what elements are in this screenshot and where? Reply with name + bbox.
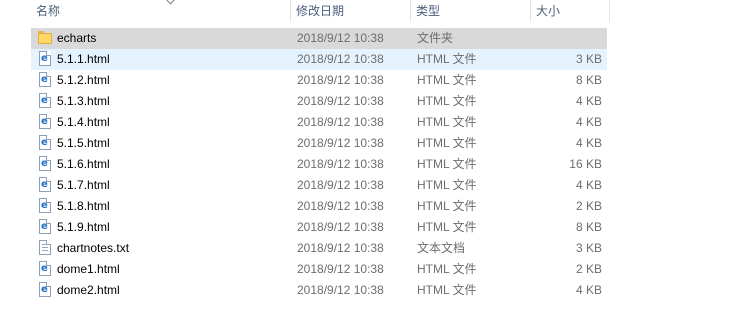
file-type: HTML 文件 xyxy=(417,94,477,108)
file-type: 文件夹 xyxy=(417,31,454,45)
file-row[interactable]: e 5.1.8.html 2018/9/12 10:38 HTML 文件 2 KB xyxy=(31,196,607,217)
file-type: HTML 文件 xyxy=(417,52,477,66)
file-modified-date: 2018/9/12 10:38 xyxy=(297,157,384,171)
column-header-bar: 名称 修改日期 类型 大小 xyxy=(0,0,748,22)
column-header-date[interactable]: 修改日期 xyxy=(290,0,410,22)
file-row[interactable]: e 5.1.5.html 2018/9/12 10:38 HTML 文件 4 KB xyxy=(31,133,607,154)
file-size: 8 KB xyxy=(575,220,602,234)
file-row[interactable]: chartnotes.txt 2018/9/12 10:38 文本文档 3 KB xyxy=(31,238,607,259)
file-size: 3 KB xyxy=(575,52,602,66)
text-file-icon xyxy=(38,240,52,257)
file-size: 16 KB xyxy=(569,157,602,171)
html-file-icon: e xyxy=(38,114,52,131)
folder-icon xyxy=(38,30,52,47)
file-modified-date: 2018/9/12 10:38 xyxy=(297,262,384,276)
file-name: dome1.html xyxy=(57,262,120,276)
html-file-icon: e xyxy=(38,219,52,236)
file-name: chartnotes.txt xyxy=(57,241,130,255)
file-name: 5.1.8.html xyxy=(57,199,110,213)
file-size: 4 KB xyxy=(575,94,602,108)
file-name: 5.1.2.html xyxy=(57,73,110,87)
html-file-icon: e xyxy=(38,282,52,299)
file-name: 5.1.9.html xyxy=(57,220,110,234)
file-type: HTML 文件 xyxy=(417,283,477,297)
column-divider[interactable] xyxy=(609,0,610,22)
html-file-icon: e xyxy=(38,135,52,152)
file-type: HTML 文件 xyxy=(417,157,477,171)
file-modified-date: 2018/9/12 10:38 xyxy=(297,136,384,150)
file-modified-date: 2018/9/12 10:38 xyxy=(297,31,384,45)
file-row[interactable]: e 5.1.4.html 2018/9/12 10:38 HTML 文件 4 KB xyxy=(31,112,607,133)
file-modified-date: 2018/9/12 10:38 xyxy=(297,52,384,66)
file-name: 5.1.7.html xyxy=(57,178,110,192)
html-file-icon: e xyxy=(38,93,52,110)
file-name: 5.1.5.html xyxy=(57,136,110,150)
file-size: 4 KB xyxy=(575,178,602,192)
file-row[interactable]: e 5.1.7.html 2018/9/12 10:38 HTML 文件 4 KB xyxy=(31,175,607,196)
file-row[interactable]: e 5.1.9.html 2018/9/12 10:38 HTML 文件 8 KB xyxy=(31,217,607,238)
html-file-icon: e xyxy=(38,156,52,173)
file-size: 4 KB xyxy=(575,115,602,129)
file-modified-date: 2018/9/12 10:38 xyxy=(297,115,384,129)
file-type: HTML 文件 xyxy=(417,262,477,276)
file-size: 2 KB xyxy=(575,262,602,276)
file-name: dome2.html xyxy=(57,283,120,297)
html-file-icon: e xyxy=(38,261,52,278)
file-type: HTML 文件 xyxy=(417,199,477,213)
file-size: 3 KB xyxy=(575,241,602,255)
file-modified-date: 2018/9/12 10:38 xyxy=(297,241,384,255)
file-row[interactable]: e 5.1.3.html 2018/9/12 10:38 HTML 文件 4 KB xyxy=(31,91,607,112)
file-name: 5.1.4.html xyxy=(57,115,110,129)
html-file-icon: e xyxy=(38,198,52,215)
file-modified-date: 2018/9/12 10:38 xyxy=(297,73,384,87)
file-size: 4 KB xyxy=(575,136,602,150)
file-explorer: 名称 修改日期 类型 大小 echarts 2018/9/12 10:38 文件夹 e… xyxy=(0,0,748,316)
file-row[interactable]: e dome2.html 2018/9/12 10:38 HTML 文件 4 KB xyxy=(31,280,607,301)
file-name: 5.1.1.html xyxy=(57,52,110,66)
file-modified-date: 2018/9/12 10:38 xyxy=(297,220,384,234)
file-row[interactable]: e 5.1.2.html 2018/9/12 10:38 HTML 文件 8 KB xyxy=(31,70,607,91)
column-header-name[interactable]: 名称 xyxy=(30,0,290,22)
file-modified-date: 2018/9/12 10:38 xyxy=(297,178,384,192)
column-header-type[interactable]: 类型 xyxy=(410,0,530,22)
file-modified-date: 2018/9/12 10:38 xyxy=(297,94,384,108)
file-row[interactable]: echarts 2018/9/12 10:38 文件夹 xyxy=(31,28,607,49)
file-type: HTML 文件 xyxy=(417,73,477,87)
file-row[interactable]: e dome1.html 2018/9/12 10:38 HTML 文件 2 KB xyxy=(31,259,607,280)
file-name: echarts xyxy=(57,31,97,45)
file-type: HTML 文件 xyxy=(417,178,477,192)
html-file-icon: e xyxy=(38,51,52,68)
file-name: 5.1.6.html xyxy=(57,157,110,171)
file-type: 文本文档 xyxy=(417,241,466,255)
file-modified-date: 2018/9/12 10:38 xyxy=(297,199,384,213)
html-file-icon: e xyxy=(38,72,52,89)
file-name: 5.1.3.html xyxy=(57,94,110,108)
file-row[interactable]: e 5.1.1.html 2018/9/12 10:38 HTML 文件 3 KB xyxy=(31,49,607,70)
file-row[interactable]: e 5.1.6.html 2018/9/12 10:38 HTML 文件 16 KB xyxy=(31,154,607,175)
file-modified-date: 2018/9/12 10:38 xyxy=(297,283,384,297)
file-type: HTML 文件 xyxy=(417,220,477,234)
file-size: 2 KB xyxy=(575,199,602,213)
file-type: HTML 文件 xyxy=(417,136,477,150)
file-size: 4 KB xyxy=(575,283,602,297)
file-size: 8 KB xyxy=(575,73,602,87)
html-file-icon: e xyxy=(38,177,52,194)
column-header-size[interactable]: 大小 xyxy=(530,0,609,22)
file-type: HTML 文件 xyxy=(417,115,477,129)
